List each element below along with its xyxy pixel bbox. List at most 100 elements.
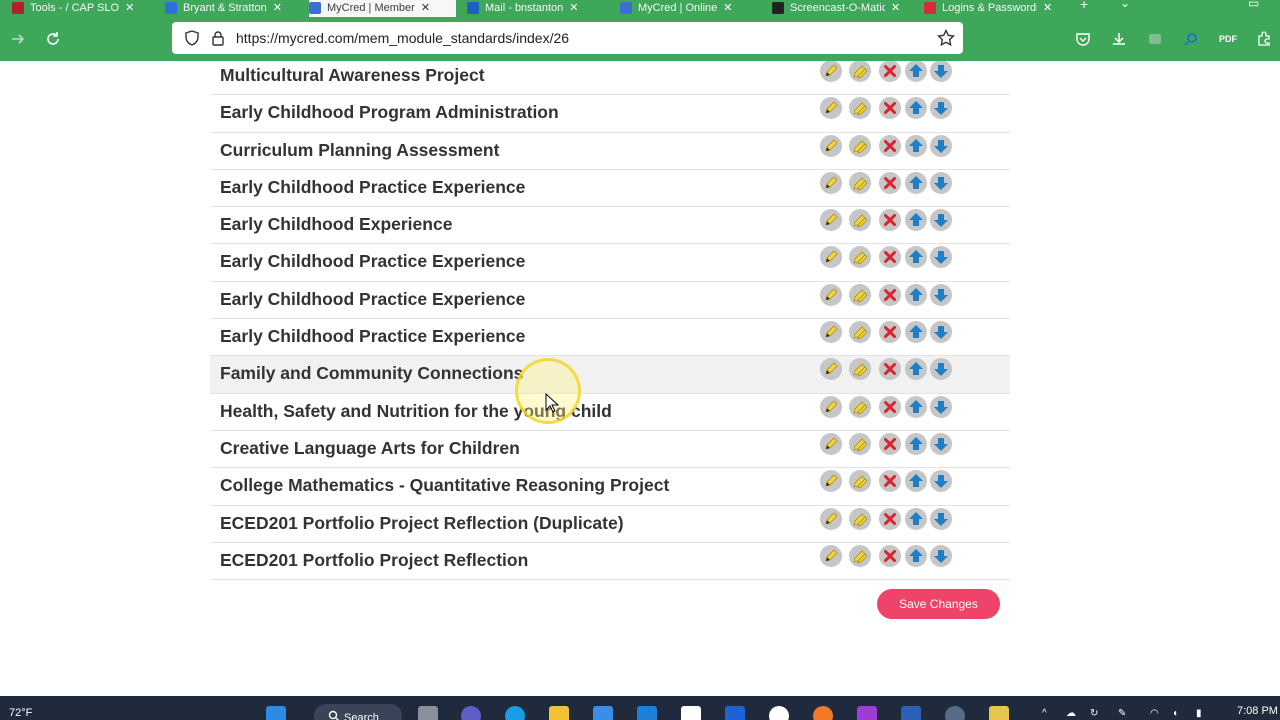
tab-close-icon[interactable]: ✕	[421, 1, 430, 14]
tab-close-icon[interactable]: ✕	[125, 1, 134, 14]
edit-icon[interactable]	[820, 97, 842, 120]
tab-close-icon[interactable]: ✕	[723, 1, 732, 14]
edit-standards-icon[interactable]	[849, 544, 871, 567]
move-up-icon[interactable]	[905, 97, 927, 120]
tracking-protection-shield-icon[interactable]	[182, 28, 202, 48]
move-up-icon[interactable]	[905, 507, 927, 530]
delete-icon[interactable]	[879, 470, 901, 493]
edit-standards-icon[interactable]	[849, 358, 871, 381]
search-extension-icon[interactable]	[1182, 30, 1200, 48]
store-icon[interactable]	[593, 706, 613, 720]
app-icon[interactable]	[857, 706, 877, 720]
edit-icon[interactable]	[820, 470, 842, 493]
pdf-icon[interactable]: PDF	[1219, 30, 1237, 48]
move-down-icon[interactable]	[930, 507, 952, 530]
move-down-icon[interactable]	[930, 97, 952, 120]
move-down-icon[interactable]	[930, 395, 952, 418]
wifi-icon[interactable]: ◠	[1150, 708, 1162, 720]
tab-close-icon[interactable]: ✕	[1043, 1, 1052, 14]
edit-standards-icon[interactable]	[849, 97, 871, 120]
taskbar-search[interactable]: Search	[314, 704, 402, 720]
browser-tab[interactable]: Bryant & Stratton ✕	[165, 0, 305, 17]
word-icon[interactable]	[901, 706, 921, 720]
edit-standards-icon[interactable]	[849, 507, 871, 530]
lock-icon[interactable]	[208, 28, 228, 48]
tab-close-icon[interactable]: ✕	[891, 1, 900, 14]
tab-close-icon[interactable]: ✕	[273, 1, 282, 14]
move-up-icon[interactable]	[905, 246, 927, 269]
teams-icon[interactable]	[461, 706, 481, 720]
move-up-icon[interactable]	[905, 134, 927, 157]
delete-icon[interactable]	[879, 97, 901, 120]
move-up-icon[interactable]	[905, 432, 927, 455]
move-down-icon[interactable]	[930, 171, 952, 194]
move-down-icon[interactable]	[930, 246, 952, 269]
move-down-icon[interactable]	[930, 134, 952, 157]
reload-icon[interactable]	[41, 27, 65, 51]
amazon-icon[interactable]	[681, 706, 701, 720]
clock-time[interactable]: 7:08 PM	[1237, 705, 1278, 717]
move-down-icon[interactable]	[930, 544, 952, 567]
move-up-icon[interactable]	[905, 283, 927, 306]
save-changes-button[interactable]: Save Changes	[877, 589, 1000, 619]
downloads-icon[interactable]	[1110, 30, 1128, 48]
edit-icon[interactable]	[820, 544, 842, 567]
edit-standards-icon[interactable]	[849, 283, 871, 306]
pen-icon[interactable]: ✎	[1118, 708, 1130, 720]
move-down-icon[interactable]	[930, 283, 952, 306]
edit-icon[interactable]	[820, 134, 842, 157]
start-windows-icon[interactable]	[266, 706, 286, 720]
edit-standards-icon[interactable]	[849, 134, 871, 157]
edit-standards-icon[interactable]	[849, 395, 871, 418]
edit-icon[interactable]	[820, 171, 842, 194]
browser-tab[interactable]: MyCred | Online ✕	[620, 0, 768, 17]
obs-icon[interactable]	[769, 706, 789, 720]
move-down-icon[interactable]	[930, 61, 952, 82]
delete-icon[interactable]	[879, 61, 901, 82]
volume-icon[interactable]: ◖	[1172, 708, 1184, 720]
edit-standards-icon[interactable]	[849, 209, 871, 232]
new-tab-button[interactable]: +	[1080, 0, 1088, 12]
move-up-icon[interactable]	[905, 209, 927, 232]
browser-tab[interactable]: Mail - bnstanton ✕	[467, 0, 615, 17]
delete-icon[interactable]	[879, 283, 901, 306]
address-bar[interactable]: https://mycred.com/mem_module_standards/…	[172, 22, 963, 54]
browser-tab[interactable]: Tools - / CAP SLO ✕	[12, 0, 160, 17]
move-up-icon[interactable]	[905, 171, 927, 194]
weather-temp[interactable]: 72°F	[9, 707, 32, 719]
delete-icon[interactable]	[879, 209, 901, 232]
window-restore-icon[interactable]: ▭	[1248, 0, 1259, 10]
dropbox-icon[interactable]	[725, 706, 745, 720]
edit-icon[interactable]	[820, 432, 842, 455]
browser-tab[interactable]: Logins & Passwords ✕	[924, 0, 1074, 17]
move-down-icon[interactable]	[930, 358, 952, 381]
edge-icon[interactable]	[505, 706, 525, 720]
browser-tab[interactable]: MyCred | Member ✕	[309, 0, 456, 17]
move-up-icon[interactable]	[905, 358, 927, 381]
delete-icon[interactable]	[879, 432, 901, 455]
tab-close-icon[interactable]: ✕	[569, 1, 578, 14]
screencast-icon[interactable]	[945, 706, 965, 720]
edit-icon[interactable]	[820, 61, 842, 82]
extensions-puzzle-icon[interactable]	[1255, 30, 1273, 48]
move-down-icon[interactable]	[930, 470, 952, 493]
move-down-icon[interactable]	[930, 321, 952, 344]
edit-standards-icon[interactable]	[849, 171, 871, 194]
file-explorer-icon[interactable]	[549, 706, 569, 720]
move-up-icon[interactable]	[905, 470, 927, 493]
tray-chevron-icon[interactable]: ^	[1042, 708, 1054, 720]
move-down-icon[interactable]	[930, 209, 952, 232]
move-down-icon[interactable]	[930, 432, 952, 455]
move-up-icon[interactable]	[905, 321, 927, 344]
bookmark-star-icon[interactable]	[935, 27, 957, 49]
move-up-icon[interactable]	[905, 395, 927, 418]
delete-icon[interactable]	[879, 544, 901, 567]
forward-icon[interactable]	[6, 27, 30, 51]
notes-icon[interactable]	[989, 706, 1009, 720]
edit-icon[interactable]	[820, 395, 842, 418]
edit-icon[interactable]	[820, 209, 842, 232]
edit-standards-icon[interactable]	[849, 321, 871, 344]
mail-icon[interactable]	[637, 706, 657, 720]
pocket-icon[interactable]	[1074, 30, 1092, 48]
move-up-icon[interactable]	[905, 61, 927, 82]
